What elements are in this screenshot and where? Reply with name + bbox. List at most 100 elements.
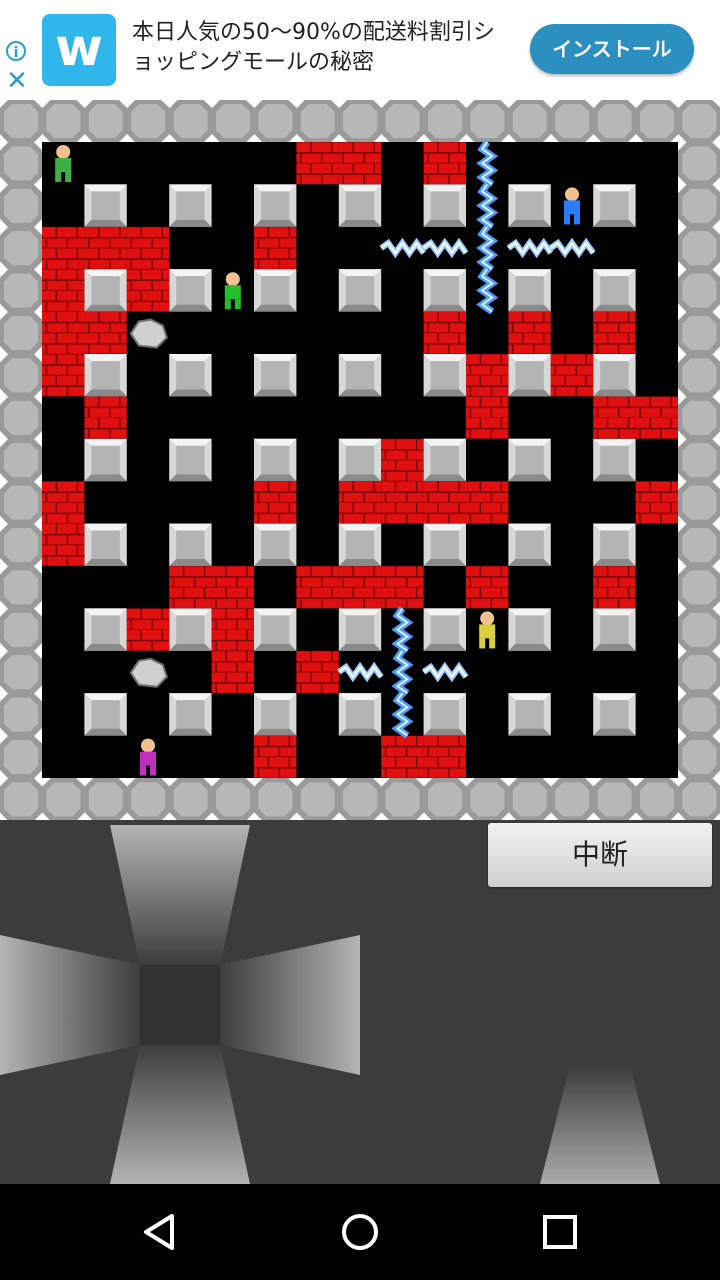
ad-app-logo[interactable]: w <box>42 14 116 86</box>
brick-wall <box>254 481 297 524</box>
pillar-face <box>176 615 205 644</box>
pillar-face <box>600 191 629 220</box>
pillar-shadow <box>508 643 551 651</box>
brick-wall <box>42 481 85 524</box>
pillar-face <box>430 700 459 729</box>
action-button[interactable] <box>540 1065 660 1184</box>
brick-wall <box>84 226 127 270</box>
install-button[interactable]: インストール <box>530 24 694 74</box>
pillar-face <box>345 191 375 220</box>
brick-wall <box>593 396 636 439</box>
pillar-shadow <box>508 219 551 227</box>
pillar-highlight <box>254 354 297 361</box>
yellow-elf-enemy-body <box>479 624 496 639</box>
brick-wall <box>466 396 509 439</box>
pillar-face <box>345 615 375 644</box>
pillar-highlight <box>593 608 636 616</box>
info-icon[interactable]: i <box>6 41 26 61</box>
pillar-shadow <box>423 219 466 227</box>
dpad-left-button[interactable] <box>0 935 140 1075</box>
brick-wall <box>381 438 424 482</box>
pillar-face <box>345 361 375 390</box>
rock-obstacle <box>129 657 168 688</box>
pillar-face <box>91 445 120 475</box>
brick-wall <box>126 608 170 651</box>
pillar-highlight <box>254 438 297 446</box>
brick-wall <box>211 566 254 609</box>
player-hero-body <box>55 158 72 172</box>
pillar-highlight <box>593 354 636 361</box>
pillar-face <box>176 276 205 305</box>
close-icon[interactable]: ✕ <box>6 68 28 94</box>
home-icon[interactable] <box>336 1208 384 1256</box>
ad-banner[interactable]: i ✕ w 本日人気の50〜90%の配送料割引ショッピングモールの秘密 インスト… <box>0 0 720 100</box>
pillar-shadow <box>169 643 212 651</box>
dpad-center <box>140 965 220 1045</box>
pillar-highlight <box>423 184 466 192</box>
pillar-highlight <box>338 693 382 701</box>
pillar-shadow <box>254 728 297 736</box>
pillar-highlight <box>338 523 382 531</box>
pillar-face <box>515 700 544 729</box>
ad-text[interactable]: 本日人気の50〜90%の配送料割引ショッピングモールの秘密 <box>132 18 512 78</box>
pillar-shadow <box>423 559 466 566</box>
purple-dragon-enemy-head <box>141 738 155 753</box>
pillar-face <box>91 700 120 729</box>
pillar-shadow <box>338 643 382 651</box>
brick-wall <box>381 481 424 524</box>
dpad <box>0 825 660 1184</box>
brick-wall <box>423 735 466 778</box>
pillar-face <box>600 276 629 305</box>
pillar-highlight <box>169 608 212 616</box>
brick-wall <box>550 354 594 397</box>
recents-icon[interactable] <box>536 1208 584 1256</box>
pillar-highlight <box>423 693 466 701</box>
pillar-face <box>515 361 544 390</box>
pillar-face <box>345 445 375 475</box>
player-hero-leg-left <box>55 172 62 182</box>
rock-obstacle <box>129 318 168 349</box>
pillar-face <box>91 530 120 559</box>
dpad-down-button[interactable] <box>110 1045 250 1184</box>
dpad-right-button[interactable] <box>220 935 360 1075</box>
game-board[interactable] <box>0 100 720 820</box>
brick-wall <box>508 311 551 354</box>
brick-wall <box>466 481 509 524</box>
yellow-elf-enemy-head <box>480 611 495 626</box>
blue-warrior-enemy-leg-right <box>574 214 580 225</box>
brick-wall <box>338 566 382 609</box>
pillar-face <box>600 530 629 559</box>
pillar-highlight <box>508 438 551 446</box>
pillar-face <box>261 445 290 475</box>
pillar-highlight <box>84 693 127 701</box>
pillar-face <box>261 530 290 559</box>
dpad-up-button[interactable] <box>110 825 250 965</box>
pillar-face <box>261 191 290 220</box>
pillar-highlight <box>338 184 382 192</box>
pillar-face <box>515 191 544 220</box>
ghost-enemy-body <box>224 285 241 300</box>
pillar-shadow <box>338 304 382 312</box>
pillar-face <box>91 615 120 644</box>
pillar-shadow <box>169 474 212 482</box>
pillar-highlight <box>169 693 212 701</box>
pillar-highlight <box>169 184 212 192</box>
pillar-shadow <box>423 728 466 736</box>
pillar-shadow <box>84 219 127 227</box>
pillar-shadow <box>84 474 127 482</box>
pillar-shadow <box>169 559 212 566</box>
pillar-highlight <box>84 608 127 616</box>
back-icon[interactable] <box>136 1208 184 1256</box>
brick-wall <box>254 226 297 270</box>
pillar-face <box>345 700 375 729</box>
pillar-highlight <box>423 354 466 361</box>
blue-warrior-enemy-head <box>565 187 579 202</box>
pillar-highlight <box>593 693 636 701</box>
pillar-highlight <box>423 269 466 277</box>
pillar-highlight <box>169 354 212 361</box>
pillar-face <box>515 615 544 644</box>
pillar-shadow <box>508 389 551 397</box>
pillar-highlight <box>508 608 551 616</box>
pillar-highlight <box>254 523 297 531</box>
pillar-face <box>176 445 205 475</box>
